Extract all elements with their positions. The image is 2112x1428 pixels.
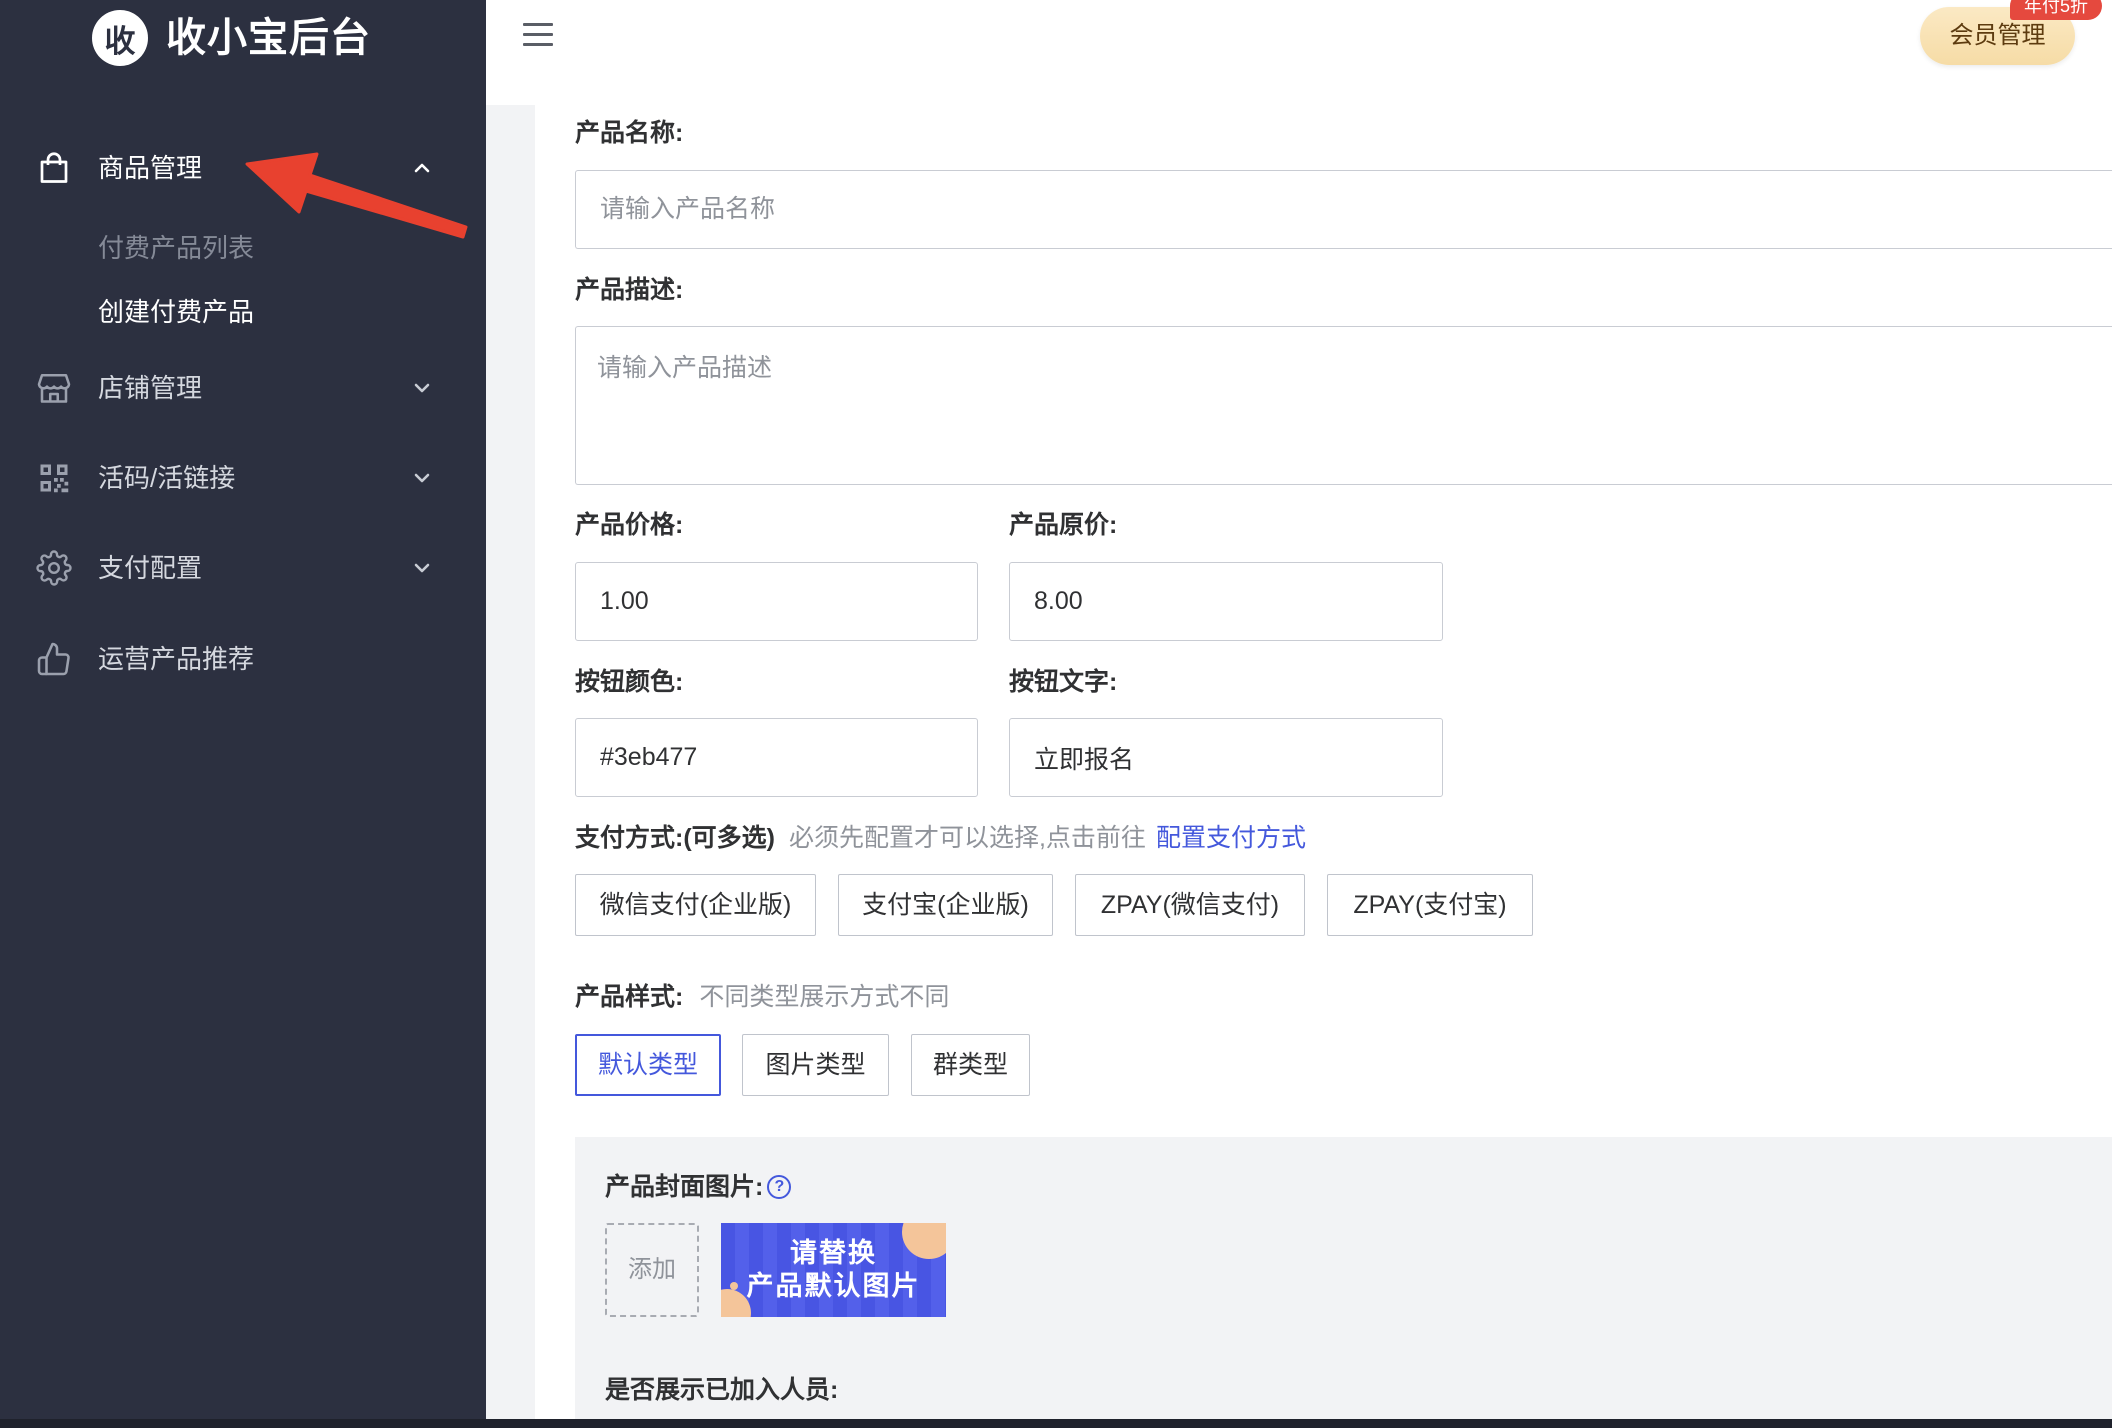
product-description-textarea[interactable] — [575, 326, 2112, 485]
button-text-label: 按钮文字: — [1009, 668, 1118, 696]
sidebar-subitem-label: 付费产品列表 — [98, 233, 255, 263]
button-color-label: 按钮颜色: — [575, 668, 684, 696]
add-cover-image-button[interactable]: 添加 — [605, 1223, 699, 1317]
payment-option-wechat-enterprise[interactable]: 微信支付(企业版) — [575, 874, 816, 936]
cover-image-row: 产品封面图片: — [605, 1172, 792, 1202]
member-discount-badge: 年付5折 — [2010, 0, 2102, 20]
product-style-hint: 不同类型展示方式不同 — [699, 983, 950, 1011]
sidebar-item-label: 商品管理 — [98, 153, 203, 183]
shopping-bag-icon — [36, 150, 72, 186]
product-price-input[interactable] — [575, 562, 978, 641]
payment-option-zpay-wechat[interactable]: ZPAY(微信支付) — [1075, 874, 1305, 936]
payment-option-alipay-enterprise[interactable]: 支付宝(企业版) — [838, 874, 1053, 936]
product-style-row: 产品样式: 不同类型展示方式不同 — [575, 982, 949, 1012]
sidebar-subitem-label: 创建付费产品 — [98, 297, 255, 327]
sidebar-subitem-paid-product-list[interactable]: 付费产品列表 — [0, 222, 486, 274]
payment-method-label: 支付方式:(可多选) — [575, 824, 775, 852]
store-icon — [36, 370, 72, 406]
original-price-input[interactable] — [1009, 562, 1443, 641]
payment-option-zpay-alipay[interactable]: ZPAY(支付宝) — [1327, 874, 1533, 936]
sidebar-item-label: 运营产品推荐 — [98, 644, 255, 674]
product-name-input[interactable] — [575, 170, 2112, 249]
sidebar-subitem-create-paid-product[interactable]: 创建付费产品 — [0, 286, 486, 338]
cover-image-text-line1: 请替换 — [790, 1238, 877, 1268]
logo[interactable]: 收 — [92, 10, 148, 66]
sidebar-item-product-management[interactable]: 商品管理 — [0, 136, 486, 200]
button-text-input[interactable] — [1009, 718, 1443, 797]
show-members-label: 是否展示已加入人员: — [605, 1376, 839, 1404]
app-title: 收小宝后台 — [166, 16, 371, 60]
sidebar-item-store-management[interactable]: 店铺管理 — [0, 356, 486, 420]
sidebar-item-label: 店铺管理 — [98, 373, 203, 403]
cover-section: 产品封面图片: 添加 请替换 产品默认图片 是否展示已加入人员: — [575, 1137, 2112, 1428]
original-price-label: 产品原价: — [1009, 511, 1118, 539]
sidebar-item-recommended-products[interactable]: 运营产品推荐 — [0, 627, 486, 691]
qrcode-icon — [36, 460, 72, 496]
style-option-group[interactable]: 群类型 — [911, 1034, 1030, 1096]
product-name-label: 产品名称: — [575, 119, 684, 147]
thumbs-up-icon — [36, 641, 72, 677]
sidebar-item-live-code[interactable]: 活码/活链接 — [0, 446, 486, 510]
payment-method-row: 支付方式:(可多选) 必须先配置才可以选择,点击前往 配置支付方式 — [575, 823, 1306, 853]
cover-image-label: 产品封面图片: — [605, 1173, 764, 1201]
chevron-up-icon — [411, 160, 433, 176]
sidebar-item-payment-config[interactable]: 支付配置 — [0, 536, 486, 600]
sidebar-item-label: 支付配置 — [98, 553, 203, 583]
configure-payment-link[interactable]: 配置支付方式 — [1156, 823, 1306, 853]
sidebar: 收 收小宝后台 商品管理 付费产品列表 创建付费产品 店铺管理 活码/活链接 支… — [0, 0, 486, 1428]
product-price-label: 产品价格: — [575, 511, 684, 539]
question-circle-icon[interactable] — [767, 1175, 792, 1199]
chevron-down-icon — [411, 560, 433, 576]
top-header: 会员管理 年付5折 — [486, 0, 2112, 105]
button-color-input[interactable] — [575, 718, 978, 797]
chevron-down-icon — [411, 470, 433, 486]
payment-method-hint: 必须先配置才可以选择,点击前往 — [788, 824, 1146, 852]
chevron-down-icon — [411, 380, 433, 396]
product-style-label: 产品样式: — [575, 983, 684, 1011]
cover-image-text-line2: 产品默认图片 — [746, 1271, 921, 1301]
sidebar-item-label: 活码/活链接 — [98, 463, 236, 493]
product-description-label: 产品描述: — [575, 276, 684, 304]
style-option-image[interactable]: 图片类型 — [742, 1034, 889, 1096]
style-option-default[interactable]: 默认类型 — [575, 1034, 721, 1096]
form-panel: 产品名称: 产品描述: 产品价格: 产品原价: 按钮颜色: 按钮文字: 支付方式… — [535, 105, 2112, 1428]
window-bottom-edge — [0, 1419, 2112, 1428]
gear-icon — [36, 550, 72, 586]
hamburger-icon[interactable] — [523, 21, 553, 49]
cover-image-thumbnail[interactable]: 请替换 产品默认图片 — [721, 1223, 946, 1317]
